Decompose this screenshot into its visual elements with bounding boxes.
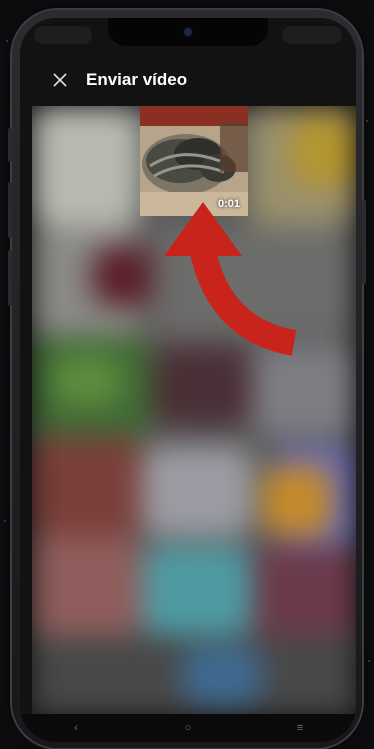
media-grid[interactable]: 0:01 (32, 106, 356, 716)
mute-switch (8, 128, 12, 162)
close-button[interactable] (42, 62, 78, 98)
status-bar-left (34, 26, 92, 44)
nav-recents-button[interactable]: ≡ (280, 722, 320, 734)
nav-home-button[interactable]: ○ (168, 722, 208, 734)
front-camera (184, 28, 192, 36)
background-speck (368, 660, 370, 662)
nav-back-button[interactable]: ‹ (56, 722, 96, 734)
status-bar-right (282, 26, 342, 44)
power-button (362, 200, 366, 284)
notch (108, 18, 268, 46)
background-speck (6, 40, 8, 42)
volume-up-button (8, 182, 12, 238)
header-bar: Enviar vídeo (20, 58, 356, 102)
volume-down-button (8, 250, 12, 306)
background-speck (4, 520, 6, 522)
video-thumbnail-selected[interactable]: 0:01 (140, 106, 248, 216)
close-icon (53, 73, 67, 87)
phone-screen: Enviar vídeo 0:01 ‹ ○ ≡ (20, 18, 356, 742)
system-navigation-bar: ‹ ○ ≡ (20, 714, 356, 742)
video-duration: 0:01 (217, 198, 240, 210)
background-speck (366, 120, 368, 122)
page-title: Enviar vídeo (86, 70, 188, 89)
